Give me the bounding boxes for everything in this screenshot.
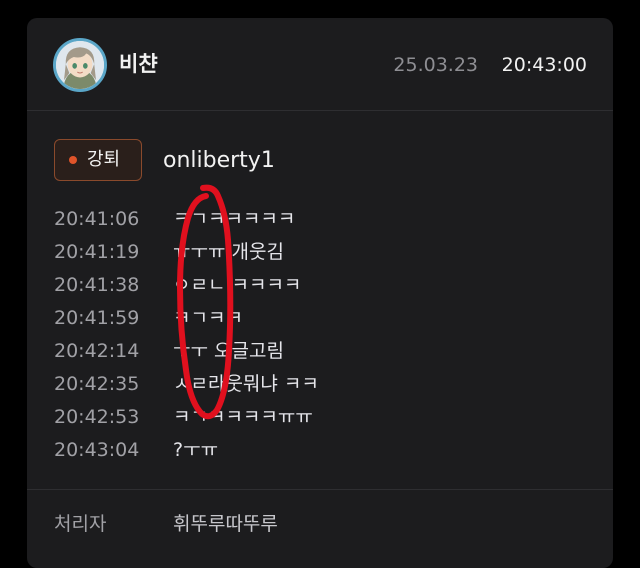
moderation-log-card: 비챤 25.03.23 20:43:00 강퇴 onliberty1 20:41… xyxy=(27,18,613,568)
log-row-message: ㅋㄱㅋㅋㅋㅋㅋ xyxy=(173,208,296,230)
log-row-time: 20:42:35 xyxy=(54,373,140,395)
log-row-message: ?ㅜㅠ xyxy=(173,439,219,461)
log-row: 20:43:04 ?ㅜㅠ xyxy=(54,433,594,466)
kick-badge: 강퇴 xyxy=(54,139,142,181)
log-row-message: ㅇㄹㄴ ㅋㅋㅋㅋ xyxy=(173,274,302,296)
log-row-message: ㅅㄹ라웃뭐냐 ㅋㅋ xyxy=(173,373,319,395)
log-row: 20:41:06 ㅋㄱㅋㅋㅋㅋㅋ xyxy=(54,202,594,235)
log-row-message: ㅋㄱㅋㅋ xyxy=(173,307,243,329)
log-row-time: 20:41:06 xyxy=(54,208,140,230)
log-row-time: 20:43:04 xyxy=(54,439,140,461)
log-row-message: ㅜㅜ 오글고림 xyxy=(173,340,284,362)
log-row-time: 20:42:14 xyxy=(54,340,140,362)
log-row-time: 20:41:59 xyxy=(54,307,140,329)
log-row-time: 20:41:38 xyxy=(54,274,140,296)
chat-log-list: 20:41:06 ㅋㄱㅋㅋㅋㅋㅋ 20:41:19 ㅠㅜㅠ 개웃김 20:41:… xyxy=(54,202,594,466)
log-time-header: 20:43:00 xyxy=(501,54,587,76)
log-row: 20:41:38 ㅇㄹㄴ ㅋㅋㅋㅋ xyxy=(54,268,594,301)
username: 비챤 xyxy=(119,52,158,76)
footer-divider xyxy=(27,489,613,490)
avatar[interactable] xyxy=(53,38,107,92)
log-row: 20:42:35 ㅅㄹ라웃뭐냐 ㅋㅋ xyxy=(54,367,594,400)
log-row-time: 20:42:53 xyxy=(54,406,140,428)
handler-label: 처리자 xyxy=(54,513,107,535)
log-row-message: ㅠㅜㅠ 개웃김 xyxy=(173,241,284,263)
log-row-message: ㅋㄱㅋㅋㅋㅋㅠㅠ xyxy=(173,406,313,428)
log-row: 20:41:19 ㅠㅜㅠ 개웃김 xyxy=(54,235,594,268)
log-row: 20:42:14 ㅜㅜ 오글고림 xyxy=(54,334,594,367)
log-row: 20:42:53 ㅋㄱㅋㅋㅋㅋㅠㅠ xyxy=(54,400,594,433)
handler-name: 휘뚜루따뚜루 xyxy=(173,513,278,535)
log-row-time: 20:41:19 xyxy=(54,241,140,263)
card-header: 비챤 25.03.23 20:43:00 xyxy=(27,18,613,111)
log-date: 25.03.23 xyxy=(393,54,478,76)
log-row: 20:41:59 ㅋㄱㅋㅋ xyxy=(54,301,594,334)
badge-label: 강퇴 xyxy=(87,149,121,170)
target-username: onliberty1 xyxy=(163,148,275,173)
anime-girl-avatar-icon xyxy=(56,41,104,89)
status-dot-icon xyxy=(69,156,77,164)
